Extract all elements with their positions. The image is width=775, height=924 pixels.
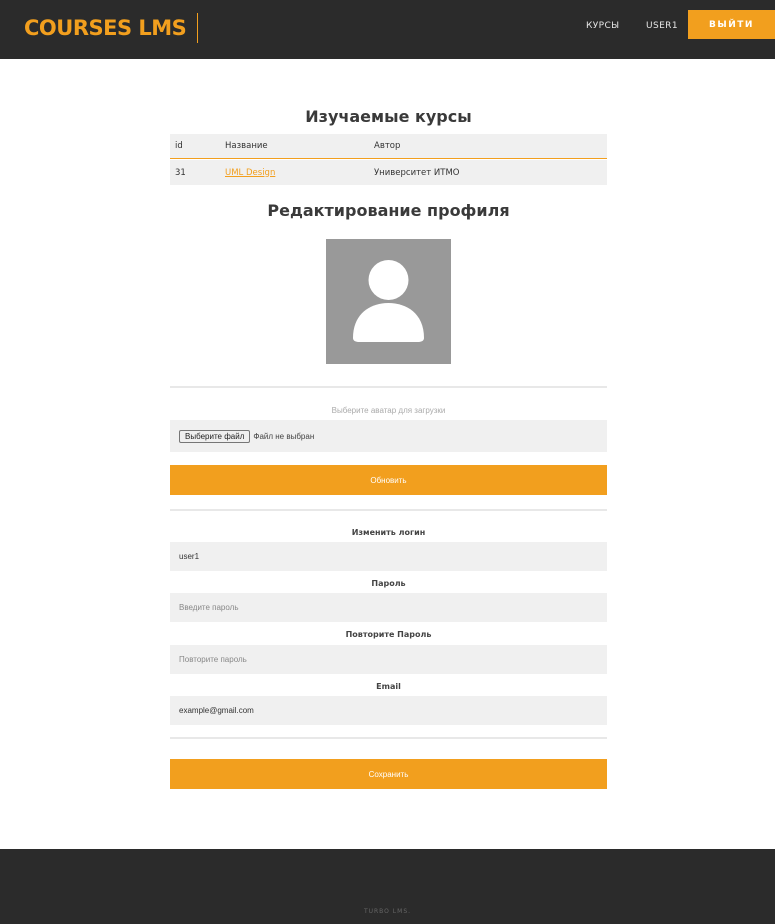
file-status: Файл не выбран [253,431,315,441]
cell-author: Университет ИТМО [374,167,460,178]
divider [170,386,607,388]
update-avatar-button[interactable]: Обновить [170,465,607,495]
file-input-container: Выберите файл Файл не выбран [170,420,607,452]
column-header-name: Название [225,141,268,151]
table-header-row: id Название Автор [170,134,607,159]
divider [170,737,607,739]
site-logo[interactable]: COURSES LMS [24,13,199,43]
choose-file-button[interactable]: Выберите файл [179,429,251,443]
profile-title: Редактирование профиля [267,201,510,220]
upload-label: Выберите аватар для загрузки [331,406,446,415]
cell-id: 31 [175,167,186,178]
password-label: Пароль [371,579,406,588]
repeat-password-label: Повторите Пароль [345,630,432,639]
password-field[interactable] [170,593,607,622]
login-field[interactable] [170,542,607,571]
email-label: Email [376,682,401,691]
courses-table: id Название Автор 31 UML Design Универси… [170,134,607,185]
nav-link-courses[interactable]: КУРСЫ [586,21,620,31]
avatar [326,239,451,364]
logout-button[interactable]: ВЫЙТИ [688,10,775,39]
column-header-id: id [175,141,183,151]
login-label: Изменить логин [351,528,426,537]
repeat-password-field[interactable] [170,645,607,674]
footer: TURBO LMS. [0,849,775,924]
footer-text: TURBO LMS. [363,908,412,915]
save-button[interactable]: Сохранить [170,759,607,789]
top-navbar: COURSES LMS КУРСЫ USER1 ВЫЙТИ [0,0,775,59]
email-field[interactable] [170,696,607,725]
user-silhouette-icon [353,260,424,342]
column-header-author: Автор [374,141,401,151]
divider [170,509,607,511]
courses-title: Изучаемые курсы [305,107,472,126]
course-link[interactable]: UML Design [225,168,275,178]
table-row: 31 UML Design Университет ИТМО [170,160,607,185]
nav-link-user[interactable]: USER1 [646,21,678,31]
